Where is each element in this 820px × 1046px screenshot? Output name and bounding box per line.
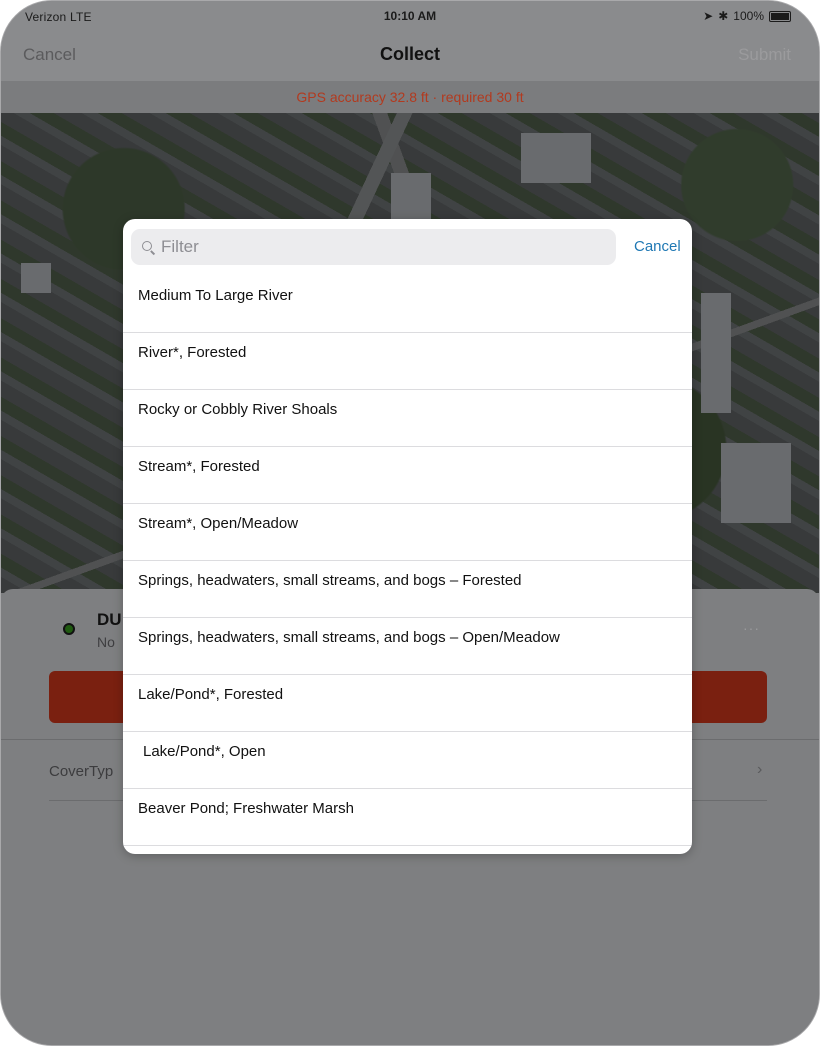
list-item[interactable]: Medium To Large River bbox=[123, 276, 692, 333]
battery-icon bbox=[769, 10, 791, 22]
navigation-bar: Cancel Collect Submit bbox=[1, 31, 819, 81]
covertype-field-label[interactable]: CoverTyp bbox=[49, 763, 113, 780]
more-options-icon[interactable]: ··· bbox=[743, 620, 760, 636]
map-building bbox=[701, 293, 731, 413]
list-item[interactable]: Lake/Pond*, Open bbox=[123, 732, 692, 789]
list-item[interactable]: River*, Forested bbox=[123, 333, 692, 390]
submit-button[interactable]: Submit bbox=[738, 45, 791, 65]
bluetooth-icon: ✱ bbox=[718, 9, 729, 23]
list-item[interactable]: Lake/Pond*, Forested bbox=[123, 675, 692, 732]
filter-search-bar[interactable] bbox=[131, 229, 616, 265]
list-item[interactable]: Stream*, Open/Meadow bbox=[123, 504, 692, 561]
feature-name: DU bbox=[97, 610, 122, 629]
list-item[interactable]: Springs, headwaters, small streams, and … bbox=[123, 561, 692, 618]
covertype-list: Medium To Large River River*, Forested R… bbox=[123, 276, 692, 846]
battery-percent: 100% bbox=[733, 9, 764, 23]
filter-input[interactable] bbox=[161, 237, 581, 257]
clock: 10:10 AM bbox=[383, 9, 437, 23]
map-building bbox=[521, 133, 591, 183]
chevron-right-icon[interactable]: › bbox=[757, 761, 762, 779]
search-icon bbox=[142, 241, 154, 253]
list-item[interactable]: Beaver Pond; Freshwater Marsh bbox=[123, 789, 692, 846]
status-indicators: ➤ ✱ 100% bbox=[703, 9, 791, 23]
map-building bbox=[721, 443, 791, 523]
list-item[interactable]: Stream*, Forested bbox=[123, 447, 692, 504]
list-item[interactable]: Springs, headwaters, small streams, and … bbox=[123, 618, 692, 675]
map-building bbox=[21, 263, 51, 293]
location-arrow-icon: ➤ bbox=[703, 9, 714, 23]
list-item[interactable]: Rocky or Cobbly River Shoals bbox=[123, 390, 692, 447]
ipad-screen: Verizon LTE 10:10 AM ➤ ✱ 100% Cancel Col… bbox=[0, 0, 820, 1046]
gps-status-dot bbox=[63, 623, 75, 635]
picker-cancel-button[interactable]: Cancel bbox=[634, 238, 681, 255]
status-bar: Verizon LTE 10:10 AM ➤ ✱ 100% bbox=[1, 1, 819, 31]
page-title: Collect bbox=[379, 44, 440, 64]
feature-subtitle: No bbox=[97, 634, 115, 650]
covertype-picker-popover: Cancel Medium To Large River River*, For… bbox=[123, 219, 692, 854]
gps-accuracy-banner: GPS accuracy 32.8 ft · required 30 ft bbox=[1, 81, 819, 113]
